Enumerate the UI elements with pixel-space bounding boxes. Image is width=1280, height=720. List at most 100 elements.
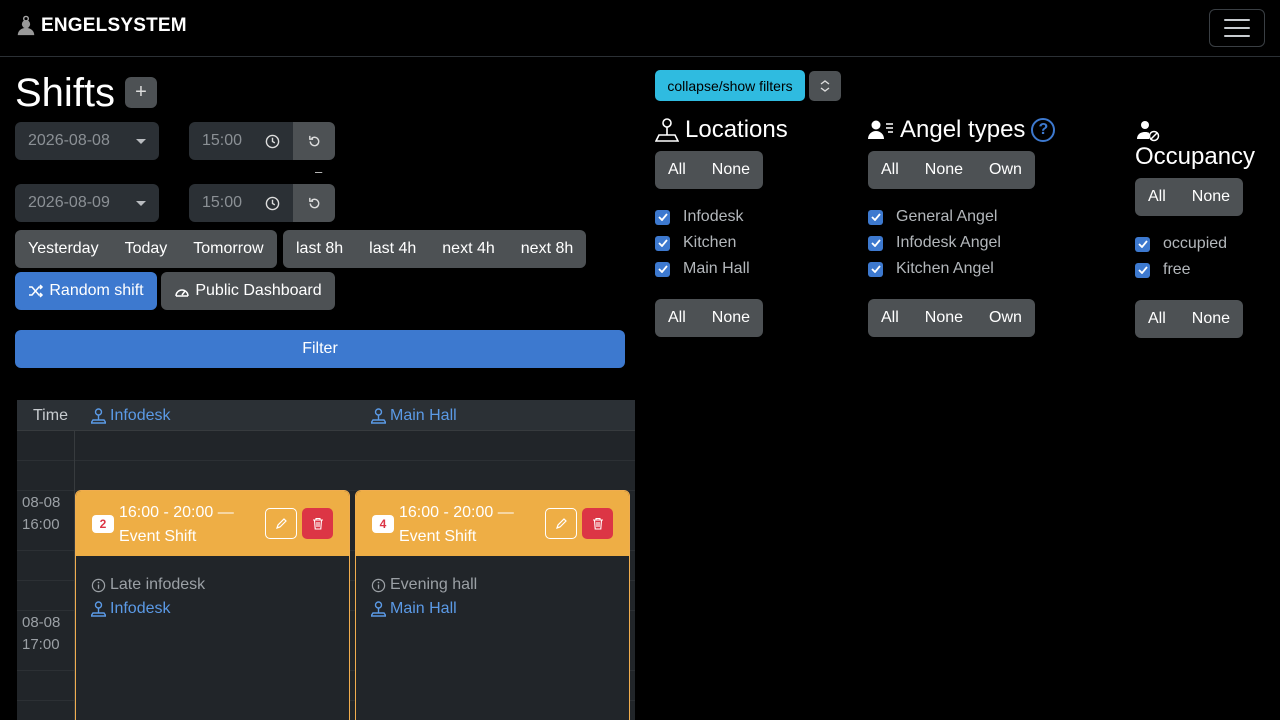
angel-types-none-button[interactable]: None <box>912 151 976 189</box>
tomorrow-button[interactable]: Tomorrow <box>180 230 276 268</box>
location-icon <box>91 601 106 617</box>
end-time-reset-button[interactable] <box>293 184 335 222</box>
public-dashboard-label: Public Dashboard <box>195 282 322 299</box>
shift-card-body: Late infodesk Infodesk <box>76 556 349 638</box>
angel-type-option-label: General Angel <box>896 208 998 225</box>
hamburger-icon <box>1224 19 1250 21</box>
person-list-icon <box>868 120 893 139</box>
column-header-main-hall[interactable]: Main Hall <box>371 407 457 425</box>
location-option-main-hall[interactable]: Main Hall <box>655 260 750 278</box>
reset-icon <box>308 135 319 146</box>
time-header: Time <box>33 407 68 424</box>
angel-type-option-infodesk[interactable]: Infodesk Angel <box>868 234 1001 252</box>
clock-icon <box>265 134 280 148</box>
yesterday-button[interactable]: Yesterday <box>15 230 112 268</box>
angel-types-own-button[interactable]: Own <box>976 151 1035 189</box>
occupancy-none-button[interactable]: None <box>1179 300 1243 338</box>
start-time-input[interactable]: 15:00 <box>189 122 293 160</box>
occupancy-select-group-top: All None <box>1135 178 1244 216</box>
angel-type-option-label: Kitchen Angel <box>896 260 994 277</box>
toggle-filters-button[interactable]: collapse/show filters <box>655 70 805 101</box>
time-label: 08-08 17:00 <box>22 614 61 653</box>
random-shift-label: Random shift <box>49 282 144 299</box>
checkbox-checked-icon[interactable] <box>655 209 670 225</box>
locations-none-button[interactable]: None <box>699 299 763 337</box>
shift-card[interactable]: 2 16:00 - 20:00 — Event Shift Late infod… <box>75 490 350 720</box>
page-title: Shifts <box>15 71 116 115</box>
collapse-toggle-button[interactable] <box>809 71 841 101</box>
menu-toggle-button[interactable] <box>1209 9 1265 47</box>
info-circle-icon <box>371 578 386 592</box>
checkbox-checked-icon[interactable] <box>655 261 670 277</box>
shuffle-icon <box>29 284 44 298</box>
checkbox-checked-icon[interactable] <box>1135 262 1150 278</box>
angel-types-none-button[interactable]: None <box>912 299 976 337</box>
next-8h-button[interactable]: next 8h <box>508 230 586 268</box>
location-option-kitchen[interactable]: Kitchen <box>655 234 736 252</box>
last-8h-button[interactable]: last 8h <box>283 230 356 268</box>
random-shift-button[interactable]: Random shift <box>15 272 157 310</box>
time-label: 08-08 16:00 <box>22 494 61 533</box>
locations-none-button[interactable]: None <box>699 151 763 189</box>
end-time-input[interactable]: 15:00 <box>189 184 293 222</box>
shift-location-link[interactable]: Infodesk <box>91 597 334 621</box>
checkbox-checked-icon[interactable] <box>655 235 670 251</box>
occupancy-option-free[interactable]: free <box>1135 261 1191 279</box>
pencil-icon <box>555 518 567 529</box>
delete-shift-button[interactable] <box>302 508 333 539</box>
checkbox-checked-icon[interactable] <box>868 209 883 225</box>
column-header-infodesk[interactable]: Infodesk <box>91 407 170 425</box>
occupancy-option-occupied[interactable]: occupied <box>1135 235 1227 253</box>
angel-type-option-label: Infodesk Angel <box>896 234 1001 251</box>
filter-button[interactable]: Filter <box>15 330 625 368</box>
shift-description-text: Evening hall <box>390 576 478 593</box>
locations-heading: Locations <box>655 116 788 144</box>
shift-card[interactable]: 4 16:00 - 20:00 — Event Shift Evening ha… <box>355 490 630 720</box>
occupancy-option-label: free <box>1163 261 1191 278</box>
edit-shift-button[interactable] <box>545 508 577 539</box>
angel-type-option-kitchen[interactable]: Kitchen Angel <box>868 260 994 278</box>
add-shift-button[interactable]: + <box>125 77 157 108</box>
occupancy-all-button[interactable]: All <box>1135 178 1179 216</box>
start-time-reset-button[interactable] <box>293 122 335 160</box>
checkbox-checked-icon[interactable] <box>868 235 883 251</box>
column-header-label: Infodesk <box>110 407 171 424</box>
occupancy-option-label: occupied <box>1163 235 1228 252</box>
edit-shift-button[interactable] <box>265 508 297 539</box>
brand-link[interactable]: ENGELSYSTEM <box>15 15 187 37</box>
angel-types-own-button[interactable]: Own <box>976 299 1035 337</box>
checkbox-checked-icon[interactable] <box>868 261 883 277</box>
shift-location-link[interactable]: Main Hall <box>371 597 614 621</box>
quick-hour-group: last 8h last 4h next 4h next 8h <box>283 230 587 268</box>
shift-title[interactable]: 16:00 - 20:00 — Event Shift <box>119 501 269 549</box>
occupancy-none-button[interactable]: None <box>1179 178 1243 216</box>
angel-types-heading: Angel types ? <box>868 116 1056 144</box>
location-option-infodesk[interactable]: Infodesk <box>655 208 743 226</box>
angel-type-option-general[interactable]: General Angel <box>868 208 997 226</box>
occupancy-all-button[interactable]: All <box>1135 300 1179 338</box>
today-button[interactable]: Today <box>112 230 181 268</box>
angel-types-all-button[interactable]: All <box>868 299 912 337</box>
start-date-select[interactable]: 2026-08-08 <box>15 122 159 160</box>
chevron-down-icon <box>136 138 146 144</box>
info-circle-icon <box>91 578 106 592</box>
locations-all-button[interactable]: All <box>655 151 699 189</box>
locations-select-group-bottom: All None <box>655 299 764 337</box>
speedometer-icon <box>175 289 190 297</box>
shift-title[interactable]: 16:00 - 20:00 — Event Shift <box>399 501 549 549</box>
locations-title: Locations <box>685 116 788 143</box>
occupancy-heading: Occupancy <box>1135 143 1255 171</box>
delete-shift-button[interactable] <box>582 508 613 539</box>
angel-types-all-button[interactable]: All <box>868 151 912 189</box>
public-dashboard-button[interactable]: Public Dashboard <box>161 272 335 310</box>
last-4h-button[interactable]: last 4h <box>356 230 429 268</box>
question-circle-icon[interactable]: ? <box>1031 118 1056 142</box>
next-4h-button[interactable]: next 4h <box>429 230 507 268</box>
checkbox-checked-icon[interactable] <box>1135 236 1150 252</box>
end-time-value: 15:00 <box>202 194 243 211</box>
shift-description: Evening hall <box>371 573 614 597</box>
shift-location-text: Main Hall <box>390 600 457 617</box>
end-date-select[interactable]: 2026-08-09 <box>15 184 159 222</box>
locations-all-button[interactable]: All <box>655 299 699 337</box>
pencil-icon <box>275 518 287 529</box>
